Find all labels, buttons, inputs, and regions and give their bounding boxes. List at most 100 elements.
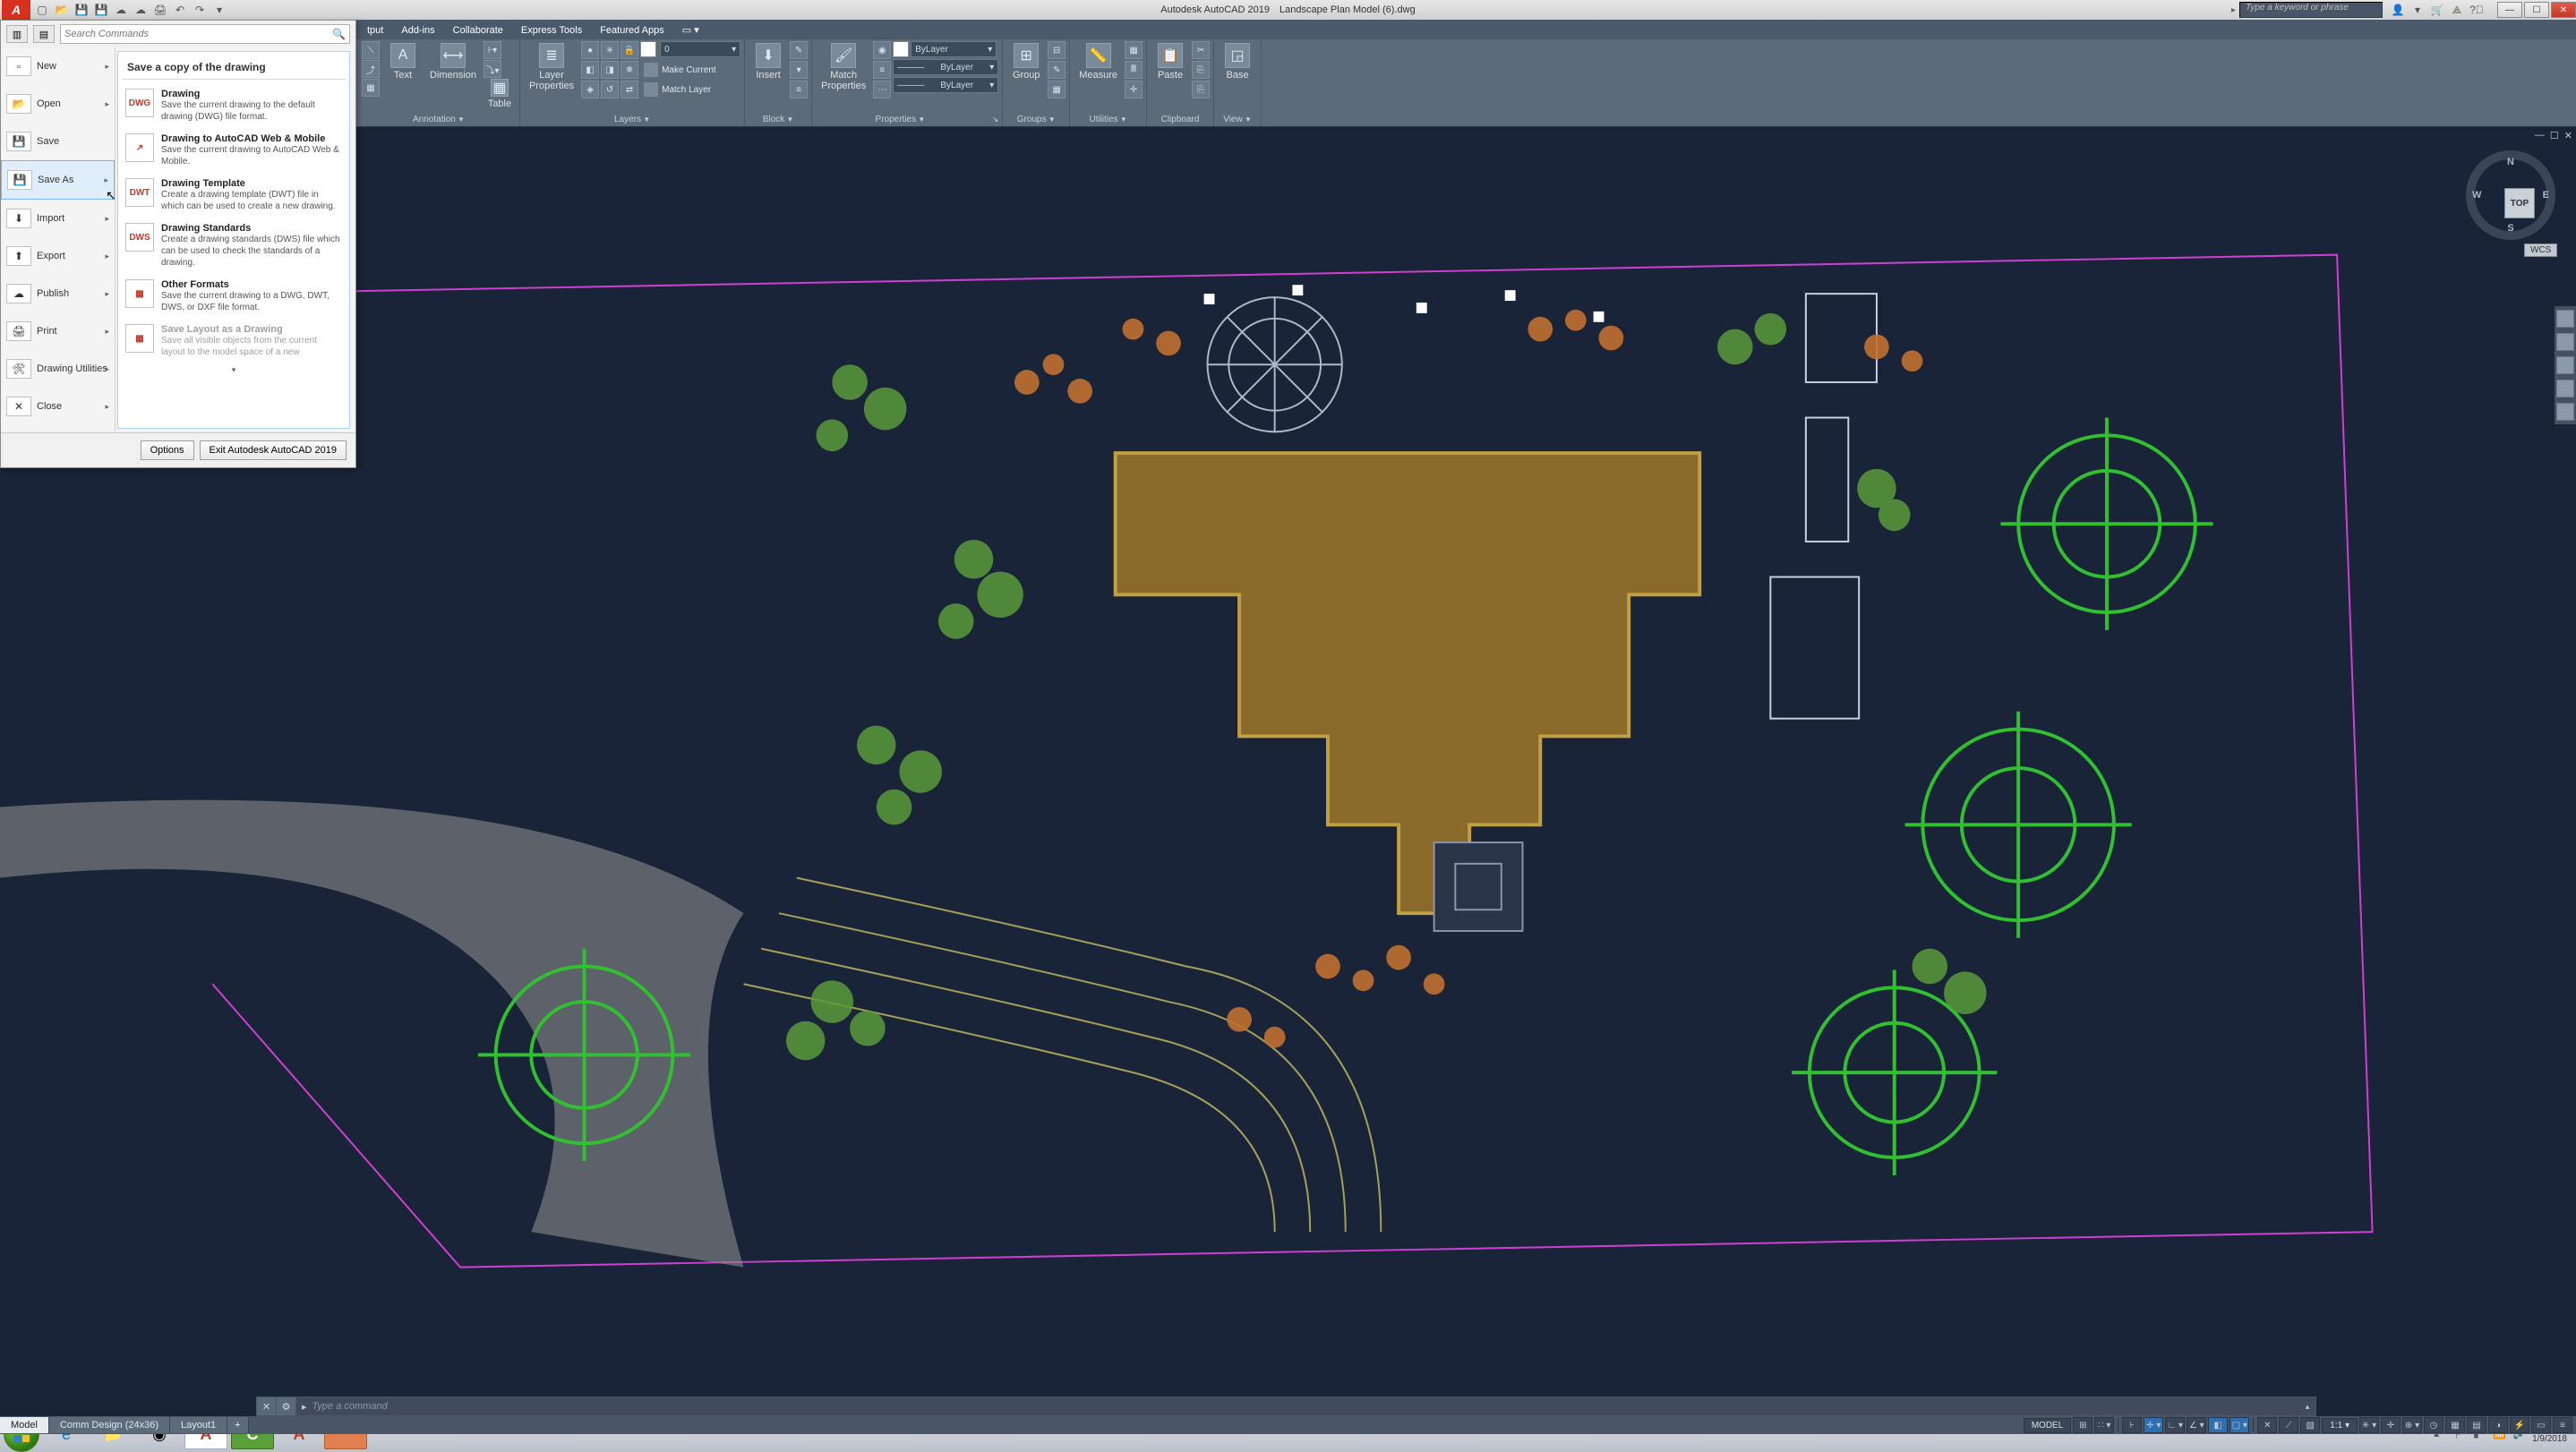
wcs-badge[interactable]: WCS	[2524, 243, 2557, 257]
transparency-icon[interactable]: ▧	[2300, 1417, 2320, 1433]
save-as-option-other-formats[interactable]: ▦Other FormatsSave the current drawing t…	[122, 276, 346, 320]
group-button[interactable]: ⊞Group	[1006, 41, 1046, 82]
app-menu-search-input[interactable]	[64, 29, 332, 39]
app-menu-item-new[interactable]: ▫New▸	[1, 47, 115, 85]
save-as-option-drawing[interactable]: DWGDrawingSave the current drawing to th…	[122, 85, 346, 130]
ribbon-tab[interactable]: Express Tools	[512, 21, 591, 39]
table-button[interactable]: ▦Table	[484, 79, 516, 109]
match-properties-button[interactable]: 🖌Match Properties	[816, 41, 871, 93]
copy-base-icon[interactable]: ⎘	[1192, 81, 1210, 98]
point-id-icon[interactable]: ✛	[1125, 81, 1143, 98]
panel-title-clipboard[interactable]: Clipboard	[1161, 115, 1200, 124]
show-motion-icon[interactable]	[2556, 403, 2574, 421]
layer-freeze-icon[interactable]: ✳	[601, 41, 619, 59]
a360-icon[interactable]: ⟁	[2447, 0, 2467, 20]
ribbon-tab-appearance[interactable]: ▭ ▾	[673, 21, 708, 39]
cmd-history-toggle-icon[interactable]: ▴	[2299, 1402, 2315, 1412]
lineweight-combo[interactable]: ——— ByLayer▾	[893, 59, 998, 75]
layout-tab[interactable]: Layout1	[170, 1417, 227, 1433]
base-button[interactable]: ◲Base	[1218, 41, 1257, 82]
lock-ui-icon[interactable]: ▤	[2467, 1417, 2486, 1433]
app-menu-item-close[interactable]: ✕Close▸	[1, 388, 115, 425]
leader-icon[interactable]: ⤴	[362, 60, 380, 78]
copy-icon[interactable]: ⎘	[1192, 61, 1210, 79]
lwt-icon[interactable]: ⟋	[2279, 1417, 2298, 1433]
app-menu-item-drawing-utilities[interactable]: 🛠Drawing Utilities▸	[1, 350, 115, 388]
insert-button[interactable]: ⬇Insert	[749, 41, 788, 82]
view-cube-ring[interactable]: N S E W TOP	[2466, 150, 2555, 240]
layer-off-icon[interactable]: ●	[581, 41, 599, 59]
full-nav-wheel-icon[interactable]	[2556, 310, 2574, 328]
linetype-combo[interactable]: ——— ByLayer▾	[893, 77, 998, 93]
group-edit-icon[interactable]: ✎	[1048, 61, 1065, 79]
anno-visibility-icon[interactable]: ✳ ▾	[2359, 1417, 2379, 1433]
orbit-icon[interactable]	[2556, 380, 2574, 397]
group-select-icon[interactable]: ▦	[1048, 81, 1065, 98]
help-icon[interactable]: ?⃝	[2467, 0, 2486, 20]
ribbon-tab[interactable]: tput	[358, 21, 392, 39]
app-logo[interactable]: A	[2, 0, 30, 20]
viewcube-top-face[interactable]: TOP	[2504, 188, 2535, 218]
app-menu-item-save[interactable]: 💾Save	[1, 123, 115, 160]
app-menu-view-icon-large[interactable]: ▤	[33, 25, 55, 43]
qat-open-web-icon[interactable]: ☁	[131, 0, 150, 20]
model-space-toggle[interactable]: MODEL	[2024, 1418, 2072, 1433]
otrack-icon[interactable]: ✕	[2257, 1417, 2277, 1433]
panel-title-utilities[interactable]: Utilities	[1089, 115, 1126, 124]
app-menu-search[interactable]: 🔍	[60, 24, 350, 44]
app-menu-view-icon-small[interactable]: ▥	[6, 25, 28, 43]
drawing-area[interactable]: — ☐ ✕ N S E W TOP WCS	[0, 127, 2576, 1416]
table-sm-icon[interactable]: ▦	[362, 79, 380, 97]
panel-title-layers[interactable]: Layers	[614, 115, 650, 124]
panel-title-view[interactable]: View	[1223, 115, 1252, 124]
edit-attr-icon[interactable]: ≡	[790, 81, 808, 98]
panel-title-annotation[interactable]: Annotation	[413, 115, 465, 124]
qat-redo-icon[interactable]: ↷	[190, 0, 210, 20]
view-cube[interactable]: N S E W TOP WCS	[2461, 145, 2560, 257]
app-menu-item-import[interactable]: ⬇Import▸	[1, 200, 115, 237]
ribbon-tab[interactable]: Add-ins	[392, 21, 443, 39]
app-menu-item-export[interactable]: ⬆Export▸	[1, 237, 115, 275]
cmd-input[interactable]: Type a command	[312, 1401, 388, 1412]
paste-button[interactable]: 📋Paste	[1151, 41, 1190, 82]
mleader-style-icon[interactable]: ⤵▾	[484, 60, 501, 78]
osnap-icon[interactable]: ▢ ▾	[2229, 1417, 2249, 1433]
ribbon-tab[interactable]: Featured Apps	[591, 21, 673, 39]
clean-screen-icon[interactable]: ▭	[2531, 1417, 2551, 1433]
close-button[interactable]: ✕	[2551, 2, 2576, 18]
layout-tab-add[interactable]: +	[227, 1417, 248, 1433]
anno-monitor-icon[interactable]: ⊕ ▾	[2402, 1417, 2422, 1433]
vp-close-icon[interactable]: ✕	[2564, 130, 2572, 141]
infer-constraint-icon[interactable]: ⊦	[2122, 1417, 2142, 1433]
make-current-button[interactable]: Make Current	[640, 61, 720, 79]
save-as-option-drawing-to-autocad-web-mobile[interactable]: ↗Drawing to AutoCAD Web & MobileSave the…	[122, 130, 346, 175]
maximize-button[interactable]: ☐	[2524, 2, 2549, 18]
command-line[interactable]: ✕ ⚙ ▸ Type a command ▴	[256, 1396, 2316, 1416]
infocenter-search[interactable]: Type a keyword or phrase	[2239, 2, 2383, 18]
cart-icon[interactable]: 🛒	[2427, 0, 2447, 20]
edit-block-icon[interactable]: ▾	[790, 61, 808, 79]
anno-scale[interactable]: 1:1 ▾	[2322, 1418, 2358, 1433]
viewcube-north[interactable]: N	[2507, 157, 2514, 167]
prop-color-swatch[interactable]	[893, 41, 909, 57]
match-layer-button[interactable]: Match Layer	[640, 81, 715, 98]
panel-title-groups[interactable]: Groups	[1017, 115, 1056, 124]
create-block-icon[interactable]: ✎	[790, 41, 808, 59]
layer-on-icon[interactable]: ◈	[581, 81, 599, 98]
panel-title-block[interactable]: Block	[763, 115, 794, 124]
viewcube-south[interactable]: S	[2507, 223, 2513, 234]
layer-color-swatch[interactable]	[640, 41, 656, 57]
cut-icon[interactable]: ✂	[1192, 41, 1210, 59]
autodesk-app-icon[interactable]: ▾	[2408, 0, 2427, 20]
select-all-icon[interactable]: ▦	[1125, 41, 1143, 59]
customize-status-icon[interactable]: ≡	[2553, 1417, 2572, 1433]
save-as-option-drawing-standards[interactable]: DWSDrawing StandardsCreate a drawing sta…	[122, 219, 346, 276]
cmd-customize-icon[interactable]: ⚙	[277, 1397, 296, 1415]
layer-thaw-icon[interactable]: ❄	[620, 61, 638, 79]
qat-save-web-icon[interactable]: ☁	[111, 0, 131, 20]
zoom-extents-icon[interactable]	[2556, 356, 2574, 374]
linear-dim-icon[interactable]: ⟍	[362, 41, 380, 59]
panel-title-properties[interactable]: Properties	[876, 115, 926, 124]
grid-icon[interactable]: ⊞	[2073, 1417, 2092, 1433]
measure-button[interactable]: 📏Measure	[1074, 41, 1123, 82]
